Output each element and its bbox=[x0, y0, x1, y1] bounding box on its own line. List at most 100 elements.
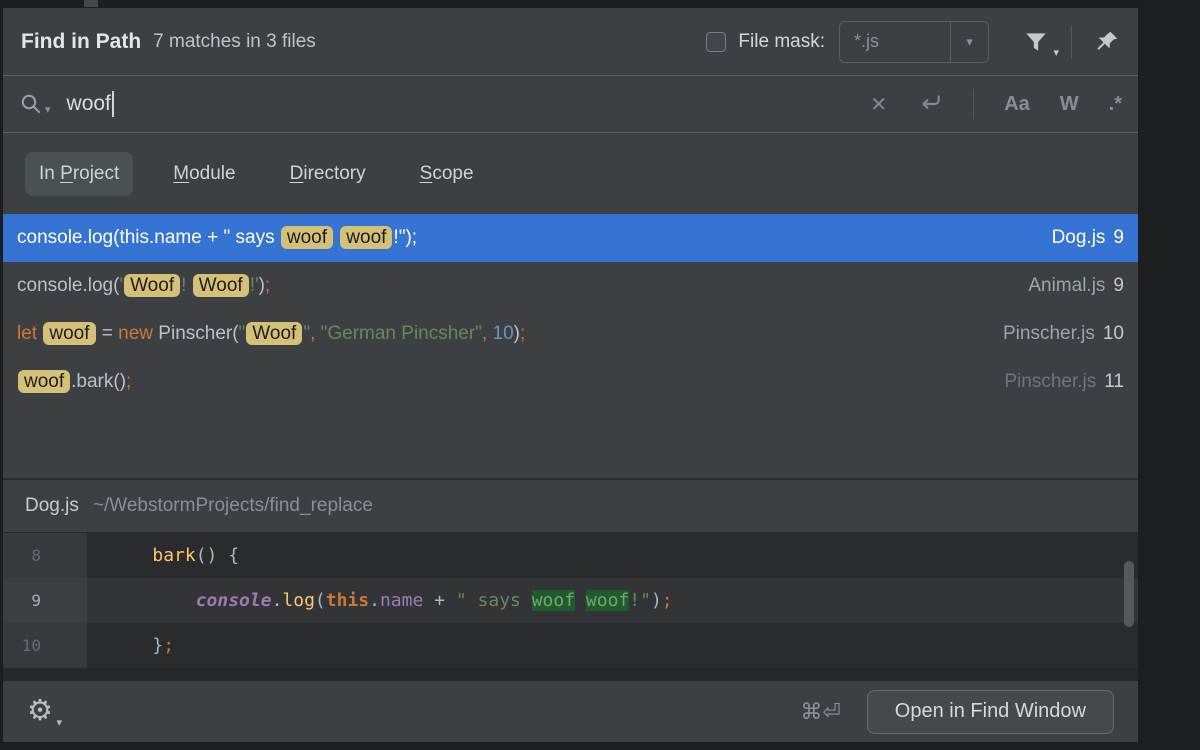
tab-module[interactable]: Module bbox=[159, 152, 249, 196]
pin-glyph bbox=[1094, 29, 1120, 55]
file-mask-label: File mask: bbox=[738, 31, 825, 53]
code-segment: ; bbox=[520, 323, 525, 344]
code-segment: !" bbox=[629, 590, 651, 611]
header-controls: File mask: *.js ▾ ▾ bbox=[706, 21, 1120, 63]
code-line-text: }; bbox=[87, 623, 1138, 668]
code-segment: !"); bbox=[393, 227, 417, 248]
tab-in-project[interactable]: In Project bbox=[25, 152, 133, 196]
code-segment: console bbox=[196, 590, 272, 611]
match-summary: 7 matches in 3 files bbox=[153, 31, 316, 53]
regex-toggle[interactable]: .* bbox=[1109, 93, 1122, 116]
result-row[interactable]: woof.bark();Pinscher.js11 bbox=[3, 358, 1138, 406]
open-in-find-window-button[interactable]: Open in Find Window bbox=[867, 690, 1114, 734]
line-number: 10 bbox=[1103, 323, 1124, 344]
tab-directory[interactable]: Directory bbox=[276, 152, 380, 196]
code-line-text: console.log(this.name + " says woof woof… bbox=[87, 578, 1138, 623]
whole-words-toggle[interactable]: W bbox=[1060, 93, 1079, 116]
match-highlight: woof bbox=[340, 226, 392, 249]
chevron-down-icon: ▾ bbox=[56, 716, 62, 729]
code-segment: console.log( bbox=[17, 275, 119, 296]
code-segment: ; bbox=[662, 590, 673, 611]
screen: Find in Path 7 matches in 3 files File m… bbox=[0, 0, 1200, 750]
divider bbox=[973, 89, 974, 119]
tab-scope[interactable]: Scope bbox=[406, 152, 488, 196]
result-code-text: console.log(this.name + " says woof woof… bbox=[17, 227, 417, 249]
file-mask-value: *.js bbox=[840, 31, 950, 52]
match-highlight: woof bbox=[281, 226, 333, 249]
code-segment: . bbox=[369, 590, 380, 611]
search-icon[interactable] bbox=[19, 92, 43, 116]
code-segment: let bbox=[17, 323, 42, 344]
match-highlight: woof bbox=[586, 590, 629, 611]
code-segment: . bbox=[272, 590, 283, 611]
settings-gear-icon[interactable]: ⚙ ▾ bbox=[27, 697, 53, 726]
code-segment: bark bbox=[152, 545, 195, 566]
result-row[interactable]: let woof = new Pinscher("Woof", "German … bbox=[3, 310, 1138, 358]
keyboard-shortcut-hint: ⌘⏎ bbox=[800, 699, 840, 725]
code-segment: } bbox=[109, 635, 163, 656]
code-segment: log bbox=[282, 590, 315, 611]
horizontal-scrollbar-track[interactable] bbox=[3, 667, 1138, 681]
search-field-actions: ✕ Aa W .* bbox=[870, 89, 1122, 119]
code-line: 8 bark() { bbox=[3, 533, 1138, 578]
code-segment: name bbox=[380, 590, 423, 611]
match-highlight: Woof bbox=[124, 274, 180, 297]
code-segment: "German Pincsher" bbox=[321, 323, 482, 344]
code-segment: () { bbox=[196, 545, 239, 566]
match-case-toggle[interactable]: Aa bbox=[1004, 93, 1030, 116]
text-cursor bbox=[112, 91, 114, 117]
line-number: 11 bbox=[1104, 371, 1124, 392]
preview-header: Dog.js ~/WebstormProjects/find_replace bbox=[3, 480, 1138, 532]
result-code-text: let woof = new Pinscher("Woof", "German … bbox=[17, 323, 525, 345]
chevron-down-icon: ▾ bbox=[1053, 46, 1059, 59]
code-segment: = bbox=[97, 323, 119, 344]
result-file-label: Animal.js 9 bbox=[1028, 275, 1124, 297]
divider bbox=[1071, 25, 1072, 59]
insert-newline-icon[interactable] bbox=[917, 91, 943, 117]
chevron-down-icon[interactable]: ▾ bbox=[950, 22, 988, 62]
clear-search-icon[interactable]: ✕ bbox=[870, 92, 887, 117]
code-segment: ; bbox=[126, 371, 131, 392]
pin-icon[interactable] bbox=[1094, 29, 1120, 55]
filter-icon[interactable]: ▾ bbox=[1023, 29, 1049, 55]
code-segment: new bbox=[118, 323, 158, 344]
search-input-value[interactable]: woof bbox=[67, 92, 111, 116]
file-mask-checkbox[interactable] bbox=[706, 32, 726, 52]
code-segment: console.log(this.name + " says bbox=[17, 227, 280, 248]
file-mask-combo[interactable]: *.js ▾ bbox=[839, 21, 989, 63]
code-segment bbox=[575, 590, 586, 611]
dialog-title: Find in Path bbox=[21, 30, 141, 54]
gutter-line-number: 10 bbox=[3, 623, 87, 668]
result-row[interactable]: console.log(this.name + " says woof woof… bbox=[3, 214, 1138, 262]
code-segment bbox=[109, 590, 196, 611]
file-name: Animal.js bbox=[1028, 275, 1105, 296]
code-segment: .bark() bbox=[71, 371, 126, 392]
chevron-down-icon: ▾ bbox=[45, 103, 51, 116]
match-highlight: woof bbox=[532, 590, 575, 611]
code-segment: !' bbox=[250, 275, 259, 296]
match-highlight: Woof bbox=[193, 274, 249, 297]
code-segment: ; bbox=[265, 275, 270, 296]
preview-file-path: ~/WebstormProjects/find_replace bbox=[93, 495, 373, 517]
code-segment: this bbox=[326, 590, 369, 611]
vertical-scrollbar-thumb[interactable] bbox=[1124, 561, 1134, 627]
result-file-label: Dog.js9 bbox=[1052, 227, 1124, 249]
code-line-text: bark() { bbox=[87, 533, 1138, 578]
return-arrow-glyph bbox=[917, 91, 943, 117]
code-preview-editor[interactable]: 8 bark() {9 console.log(this.name + " sa… bbox=[3, 532, 1138, 667]
search-results-list: console.log(this.name + " says woof woof… bbox=[3, 214, 1138, 478]
result-file-label: Pinscher.js10 bbox=[1003, 323, 1124, 345]
code-segment: ; bbox=[163, 635, 174, 656]
code-segment: " bbox=[239, 323, 246, 344]
match-highlight: Woof bbox=[246, 322, 302, 345]
code-segment: ! bbox=[181, 275, 192, 296]
line-number: 9 bbox=[1113, 275, 1124, 296]
code-segment: ) bbox=[651, 590, 662, 611]
loupe-glyph bbox=[19, 92, 43, 116]
result-file-label: Pinscher.js11 bbox=[1004, 371, 1124, 393]
code-segment: Pinscher( bbox=[158, 323, 238, 344]
result-row[interactable]: console.log('Woof! Woof!');Animal.js9 bbox=[3, 262, 1138, 310]
preview-file-name: Dog.js bbox=[25, 495, 79, 517]
search-field[interactable]: ▾ woof ✕ Aa W .* bbox=[3, 75, 1138, 133]
code-line: 9 console.log(this.name + " says woof wo… bbox=[3, 578, 1138, 623]
